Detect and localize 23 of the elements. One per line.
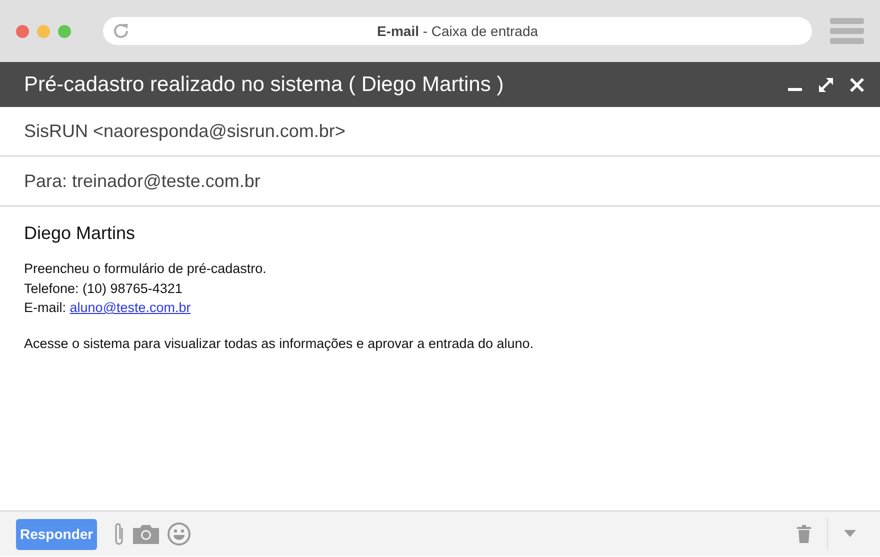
recipient-address: Para: treinador@teste.com.br (24, 170, 260, 192)
zoom-dot[interactable] (58, 24, 71, 38)
dropdown-caret-icon[interactable] (844, 530, 856, 538)
close-dot[interactable] (16, 24, 29, 38)
menu-icon[interactable] (830, 17, 864, 45)
sender-address: SisRUN <naoresponda@sisrun.com.br> (24, 120, 346, 143)
reload-icon[interactable] (111, 21, 131, 41)
close-icon[interactable] (850, 78, 864, 92)
email-subject: Pré-cadastro realizado no sistema ( Diego Martins ) (24, 72, 505, 98)
address-bar[interactable]: E-mail - Caixa de entrada (103, 17, 812, 45)
expand-icon[interactable] (818, 76, 834, 92)
body-text: Preencheu o formulário de pré-cadastro. (24, 261, 266, 276)
body-text: Acesse o sistema para visualizar todas as informações e aprovar a entrada do aluno. (24, 334, 535, 353)
camera-icon[interactable] (133, 524, 160, 544)
smiley-icon[interactable] (167, 522, 192, 546)
paperclip-icon[interactable] (113, 522, 126, 546)
body-text: Telefone: (10) 98765-4321 (24, 280, 182, 296)
email-link[interactable]: aluno@teste.com.br (70, 300, 191, 315)
address-text: E-mail - Caixa de entrada (376, 22, 540, 40)
greeting-name: Diego Martins (24, 222, 136, 245)
trash-icon[interactable] (797, 525, 811, 543)
minimize-dot[interactable] (37, 24, 50, 38)
email-label: E-mail: (24, 300, 66, 315)
